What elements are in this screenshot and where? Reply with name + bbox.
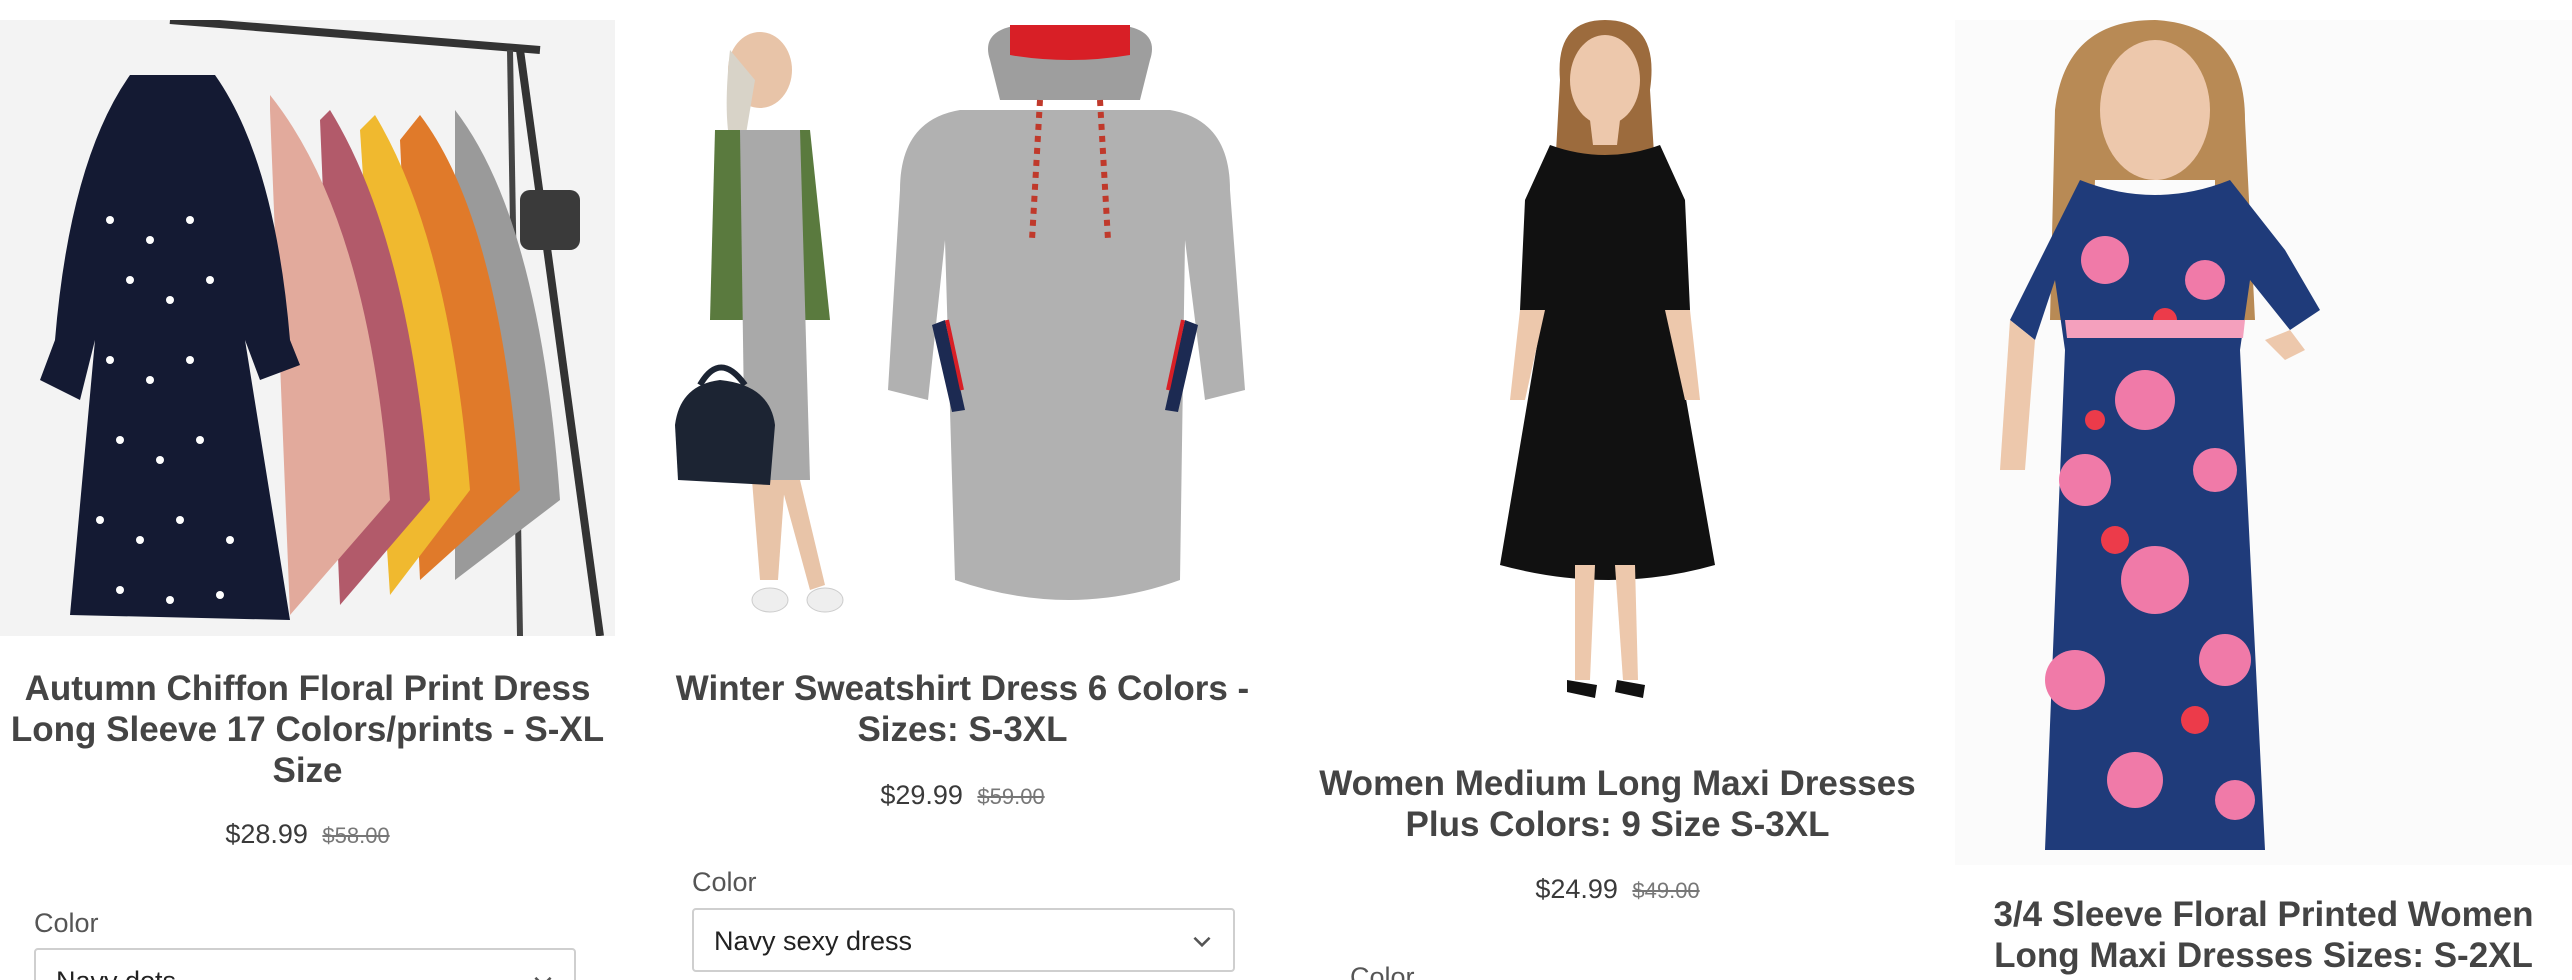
price-row: $29.99 $59.00 bbox=[660, 780, 1265, 811]
gray-hoodie-dress-image bbox=[660, 20, 1265, 636]
product-title[interactable]: Women Medium Long Maxi Dresses Plus Colo… bbox=[1305, 763, 1930, 845]
chevron-down-icon bbox=[534, 976, 552, 980]
sale-price: $24.99 bbox=[1535, 874, 1618, 904]
dresses-on-rack-image bbox=[0, 20, 615, 636]
compare-price: $58.00 bbox=[322, 823, 390, 848]
color-label: Color bbox=[34, 908, 99, 938]
product-image[interactable] bbox=[660, 20, 1265, 636]
product-title[interactable]: Winter Sweatshirt Dress 6 Colors - Sizes… bbox=[660, 668, 1265, 750]
compare-price: $59.00 bbox=[977, 784, 1045, 809]
product-title[interactable]: 3/4 Sleeve Floral Printed Women Long Max… bbox=[1955, 894, 2572, 976]
color-select[interactable]: Navy dots bbox=[34, 948, 576, 980]
color-select[interactable]: Navy sexy dress bbox=[692, 908, 1235, 972]
product-title[interactable]: Autumn Chiffon Floral Print Dress Long S… bbox=[0, 668, 615, 791]
black-midi-dress-model-image bbox=[1305, 20, 1930, 730]
price-row: $28.99 $58.00 bbox=[0, 819, 615, 850]
product-image[interactable] bbox=[1955, 20, 2572, 865]
color-label: Color bbox=[692, 867, 757, 897]
color-select-value: Navy dots bbox=[56, 966, 176, 980]
product-image[interactable] bbox=[1305, 20, 1930, 730]
chevron-down-icon bbox=[1193, 936, 1211, 948]
compare-price: $49.00 bbox=[1632, 878, 1700, 903]
color-select-value: Navy sexy dress bbox=[714, 926, 913, 956]
product-image[interactable] bbox=[0, 20, 615, 636]
sale-price: $28.99 bbox=[225, 819, 308, 849]
sale-price: $29.99 bbox=[880, 780, 963, 810]
color-label: Color bbox=[1350, 962, 1415, 980]
price-row: $24.99 $49.00 bbox=[1305, 874, 1930, 905]
floral-maxi-dress-model-image bbox=[1955, 20, 2572, 865]
